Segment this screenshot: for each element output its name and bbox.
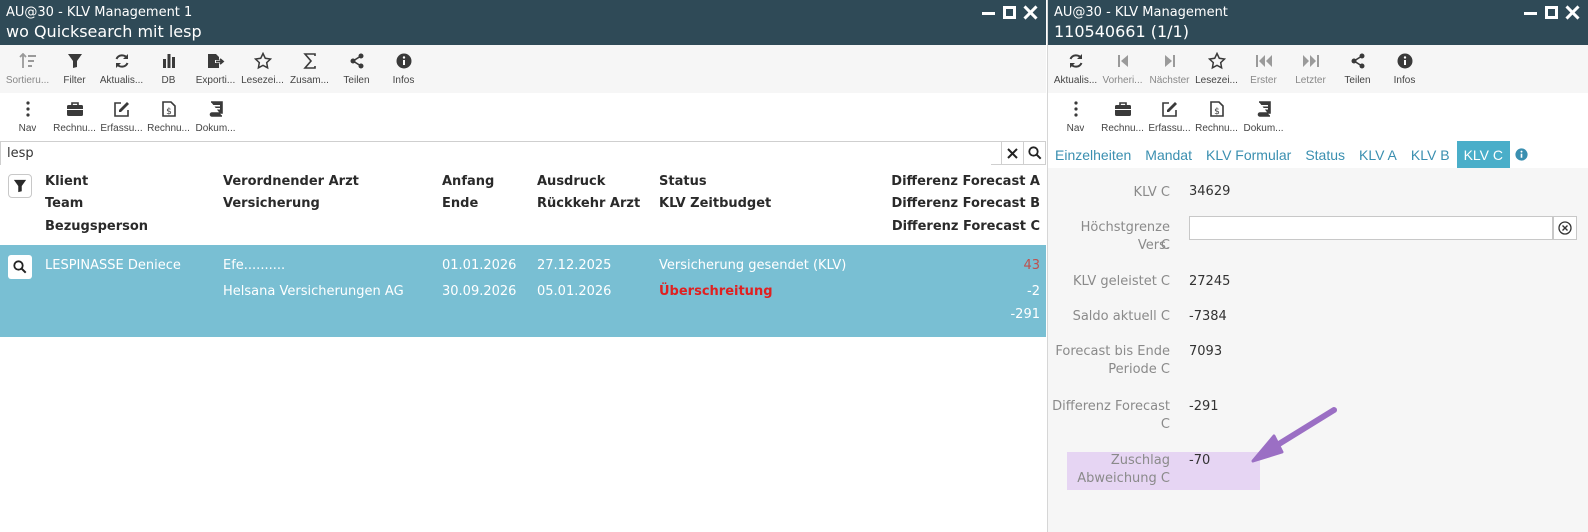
header-differenz-forecast-a[interactable]: Differenz Forecast A xyxy=(891,174,1040,189)
export-button[interactable]: Exporti... xyxy=(192,45,239,93)
export-icon xyxy=(206,51,226,71)
header-status[interactable]: Status xyxy=(659,174,707,189)
cell-return: 05.01.2026 xyxy=(537,284,612,299)
list-titlebar: AU@30 - KLV Management 1 wo Quicksearch … xyxy=(0,0,1046,45)
db-button[interactable]: DB xyxy=(145,45,192,93)
star-icon xyxy=(253,51,273,71)
bookmark-label: Lesezei... xyxy=(241,75,284,86)
header-klient[interactable]: Klient xyxy=(45,174,88,189)
header-verordnender-arzt[interactable]: Verordnender Arzt xyxy=(223,174,359,189)
header-rueckkehr-arzt[interactable]: Rückkehr Arzt xyxy=(537,196,640,211)
invoice-label-1: Rechnu... xyxy=(53,123,96,134)
header-versicherung[interactable]: Versicherung xyxy=(223,196,320,211)
clear-icon xyxy=(1007,147,1018,159)
filter-icon xyxy=(13,179,27,193)
header-differenz-forecast-c[interactable]: Differenz Forecast C xyxy=(892,219,1040,234)
documents-button[interactable]: Dokum... xyxy=(192,93,239,141)
search-input[interactable] xyxy=(1,142,991,165)
header-ausdruck[interactable]: Ausdruck xyxy=(537,174,605,189)
vertical-dots-icon xyxy=(18,99,38,119)
cell-diff-a: 43 xyxy=(1023,258,1040,273)
window-controls xyxy=(981,5,1038,20)
export-label: Exporti... xyxy=(195,75,236,86)
refresh-icon xyxy=(112,51,132,71)
sigma-icon xyxy=(300,51,320,71)
capture-button[interactable]: Erfassu... xyxy=(98,93,145,141)
nav-label: Nav xyxy=(18,123,37,134)
documents-label: Dokum... xyxy=(195,123,236,134)
briefcase-icon xyxy=(65,99,85,119)
annotation-arrow xyxy=(1251,407,1337,463)
header-anfang[interactable]: Anfang xyxy=(442,174,494,189)
sort-icon xyxy=(18,51,38,71)
cell-budget: Überschreitung xyxy=(659,284,773,299)
nav-button[interactable]: Nav xyxy=(4,93,51,141)
share-button[interactable]: Teilen xyxy=(333,45,380,93)
invoice-label-2: Rechnu... xyxy=(147,123,190,134)
invoice-icon: $ xyxy=(159,99,179,119)
edit-icon xyxy=(112,99,132,119)
minimize-icon[interactable] xyxy=(981,5,996,20)
filter-icon xyxy=(65,51,85,71)
open-record-button[interactable] xyxy=(8,255,32,279)
window-title: AU@30 - KLV Management 1 xyxy=(6,5,193,20)
capture-label: Erfassu... xyxy=(100,123,143,134)
list-panel: AU@30 - KLV Management 1 wo Quicksearch … xyxy=(0,0,1046,532)
bar-chart-icon xyxy=(159,51,179,71)
refresh-button[interactable]: Aktualis... xyxy=(98,45,145,93)
sort-label: Sortieru... xyxy=(5,75,50,86)
maximize-icon[interactable] xyxy=(1002,5,1017,20)
header-bezugsperson[interactable]: Bezugsperson xyxy=(45,219,148,234)
header-ende[interactable]: Ende xyxy=(442,196,478,211)
invoice-button-2[interactable]: $ Rechnu... xyxy=(145,93,192,141)
cell-end: 30.09.2026 xyxy=(442,284,517,299)
annotation-arrow-head xyxy=(1251,434,1284,463)
cell-status: Versicherung gesendet (KLV) xyxy=(659,258,847,273)
cell-diff-b: -2 xyxy=(1027,284,1040,299)
book-icon xyxy=(206,99,226,119)
refresh-label: Aktualis... xyxy=(99,75,144,86)
bookmark-button[interactable]: Lesezei... xyxy=(239,45,286,93)
table-row[interactable]: LESPINASSE Deniece Efe.......... Helsana… xyxy=(0,245,1046,337)
cell-client: LESPINASSE Deniece xyxy=(45,258,181,273)
cell-insurance: Helsana Versicherungen AG xyxy=(223,284,404,299)
close-icon[interactable] xyxy=(1023,5,1038,20)
quicksearch-bar xyxy=(0,141,1046,165)
filter-label: Filter xyxy=(63,75,86,86)
app-root: AU@30 - KLV Management 1 wo Quicksearch … xyxy=(0,0,1588,532)
summary-label: Zusam... xyxy=(290,75,329,86)
share-label: Teilen xyxy=(343,75,370,86)
filter-button[interactable]: Filter xyxy=(51,45,98,93)
info-icon xyxy=(394,51,414,71)
db-label: DB xyxy=(161,75,176,86)
detail-panel: AU@30 - KLV Management 110540661 (1/1) A… xyxy=(1047,0,1588,532)
info-label: Infos xyxy=(392,75,415,86)
svg-text:$: $ xyxy=(166,107,172,117)
cell-diff-c: -291 xyxy=(1010,307,1040,322)
cell-doctor: Efe.......... xyxy=(223,258,286,273)
header-team[interactable]: Team xyxy=(45,196,83,211)
search-button[interactable] xyxy=(1023,142,1045,164)
window-subtitle: wo Quicksearch mit lesp xyxy=(6,22,202,41)
list-toolbar-secondary: Nav Rechnu... Erfassu... $ Rechnu... Dok… xyxy=(0,93,1046,141)
share-icon xyxy=(347,51,367,71)
cell-start: 01.01.2026 xyxy=(442,258,517,273)
table-header: Klient Team Bezugsperson Verordnender Ar… xyxy=(0,166,1046,244)
search-icon xyxy=(1027,146,1041,160)
header-klv-zeitbudget[interactable]: KLV Zeitbudget xyxy=(659,196,771,211)
list-toolbar-primary: Sortieru... Filter Aktualis... DB Export… xyxy=(0,45,1046,93)
info-button[interactable]: Infos xyxy=(380,45,427,93)
sort-button[interactable]: Sortieru... xyxy=(4,45,51,93)
clear-search-button[interactable] xyxy=(1001,142,1023,164)
summary-button[interactable]: Zusam... xyxy=(286,45,333,93)
search-icon xyxy=(13,260,27,274)
invoice-button-1[interactable]: Rechnu... xyxy=(51,93,98,141)
cell-print: 27.12.2025 xyxy=(537,258,612,273)
column-filter-button[interactable] xyxy=(8,174,32,198)
header-differenz-forecast-b[interactable]: Differenz Forecast B xyxy=(891,196,1040,211)
